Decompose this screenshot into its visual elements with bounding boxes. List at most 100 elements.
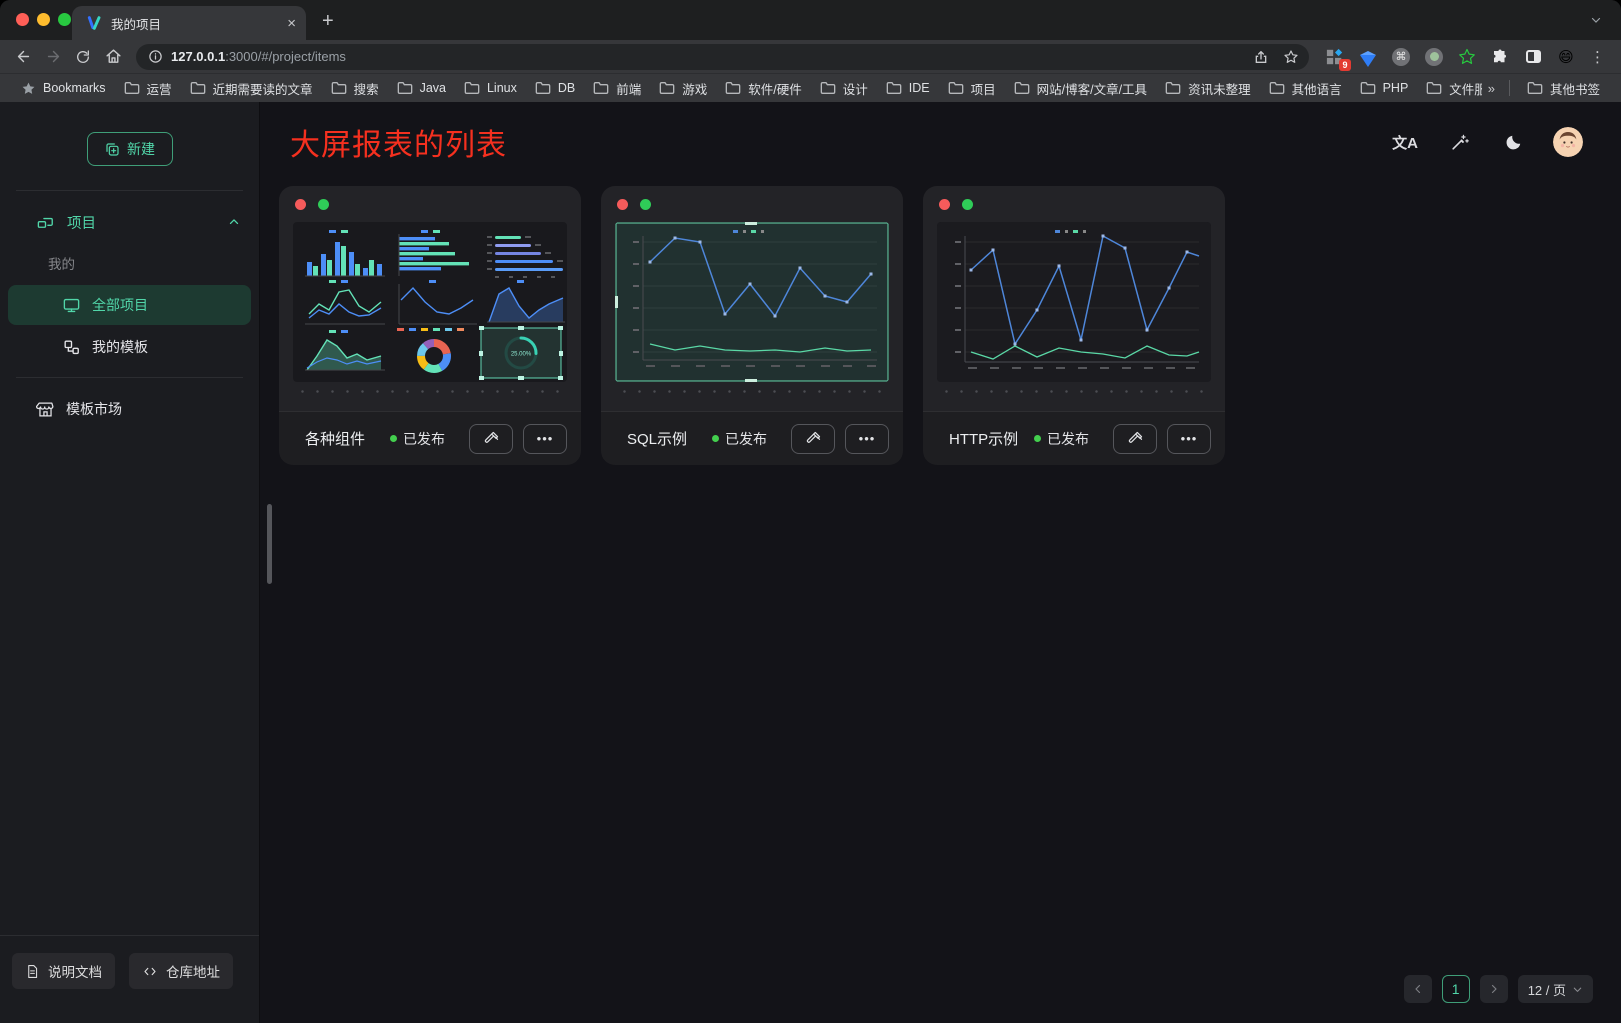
- browser-toolbar: 127.0.0.1:3000/#/project/items 9 ⌘: [0, 40, 1621, 73]
- more-actions-button[interactable]: •••: [1167, 424, 1211, 454]
- bookmark-folder[interactable]: IDE: [877, 78, 939, 98]
- new-project-button[interactable]: 新建: [87, 132, 173, 166]
- bookmark-folder[interactable]: 游戏: [650, 76, 716, 101]
- profile-avatar-extension[interactable]: 😄: [1556, 47, 1576, 67]
- prev-page-button[interactable]: [1404, 975, 1432, 1003]
- address-bar[interactable]: 127.0.0.1:3000/#/project/items: [136, 44, 1309, 70]
- share-icon[interactable]: [1253, 49, 1269, 65]
- new-tab-button[interactable]: +: [322, 10, 334, 33]
- side-panel-button[interactable]: [1523, 47, 1543, 67]
- sidebar-item-my-templates[interactable]: 我的模板: [8, 327, 251, 367]
- command-icon: ⌘: [1392, 48, 1410, 66]
- bookmark-folder[interactable]: 软件/硬件: [716, 76, 810, 101]
- edit-project-button[interactable]: [469, 424, 513, 454]
- bookmark-folder[interactable]: 设计: [811, 76, 877, 101]
- card-red-dot: [939, 199, 950, 210]
- sidebar-item-template-market[interactable]: 模板市场: [0, 388, 259, 430]
- gem-extension-icon[interactable]: [1358, 47, 1378, 67]
- code-icon: [142, 964, 158, 979]
- thumbnail-mixed-charts: 25.00%: [293, 222, 567, 382]
- puzzle-icon: [1491, 48, 1509, 66]
- back-button[interactable]: [10, 44, 36, 70]
- user-avatar[interactable]: [1553, 127, 1583, 157]
- language-toggle-button[interactable]: 文A: [1391, 128, 1419, 156]
- bookmark-folder[interactable]: 搜索: [322, 76, 388, 101]
- folder-icon: [593, 81, 609, 95]
- bookmark-folder[interactable]: Java: [388, 78, 455, 98]
- project-card[interactable]: 25.00% 各种组件 已发布 •••: [279, 186, 581, 465]
- project-name: HTTP示例: [949, 428, 1034, 449]
- publish-status: 已发布: [712, 429, 767, 449]
- bookmark-folder[interactable]: Linux: [455, 78, 526, 98]
- edit-project-button[interactable]: [791, 424, 835, 454]
- browser-tab[interactable]: 我的项目 ×: [72, 6, 306, 40]
- content-scrollbar[interactable]: [267, 504, 272, 584]
- command-extension-icon[interactable]: ⌘: [1391, 47, 1411, 67]
- forward-arrow-icon: [45, 48, 62, 65]
- edit-project-button[interactable]: [1113, 424, 1157, 454]
- star-extension-icon[interactable]: [1457, 47, 1477, 67]
- reload-button[interactable]: [70, 44, 96, 70]
- bookmarks-overflow-button[interactable]: »: [1482, 81, 1501, 96]
- more-actions-button[interactable]: •••: [845, 424, 889, 454]
- pagination: 1 12 / 页: [1404, 975, 1593, 1003]
- browser-window: 我的项目 × + 127.0.0.1:3000/#/project/items: [0, 0, 1621, 1023]
- url-text: 127.0.0.1:3000/#/project/items: [171, 49, 1245, 64]
- bookmark-folder[interactable]: 资讯未整理: [1156, 76, 1260, 101]
- current-page-button[interactable]: 1: [1442, 975, 1470, 1003]
- sidebar-group-projects[interactable]: 项目: [0, 201, 259, 243]
- chevron-down-icon: [1572, 984, 1583, 995]
- bookmark-folder[interactable]: 前端: [584, 76, 650, 101]
- bookmark-folder[interactable]: DB: [526, 78, 584, 98]
- page-size-select[interactable]: 12 / 页: [1518, 975, 1593, 1003]
- progress-value-label: 25.00%: [511, 352, 532, 358]
- card-dotted-divider: [617, 390, 887, 393]
- project-thumbnail: [615, 222, 889, 382]
- thumbnail-line-chart-selected: [615, 222, 889, 382]
- project-card[interactable]: SQL示例 已发布 •••: [601, 186, 903, 465]
- dark-mode-button[interactable]: [1499, 128, 1527, 156]
- forward-button[interactable]: [40, 44, 66, 70]
- bookmark-folder[interactable]: 运营: [115, 76, 181, 101]
- home-button[interactable]: [100, 44, 126, 70]
- tab-close-icon[interactable]: ×: [287, 16, 296, 31]
- translate-icon: 文A: [1392, 132, 1418, 153]
- close-window-button[interactable]: [16, 13, 29, 26]
- repo-button[interactable]: 仓库地址: [129, 953, 233, 989]
- ellipsis-icon: •••: [1181, 431, 1198, 446]
- bookmark-folder[interactable]: 文件服务器: [1417, 76, 1481, 101]
- more-actions-button[interactable]: •••: [523, 424, 567, 454]
- bookmark-folder[interactable]: 项目: [939, 76, 1005, 101]
- bookmark-star-icon[interactable]: [1283, 49, 1299, 65]
- other-bookmarks-folder[interactable]: 其他书签: [1518, 76, 1609, 101]
- document-icon: [25, 964, 40, 979]
- bookmarks-bar: Bookmarks 运营 近期需要读的文章 搜索: [0, 73, 1621, 102]
- browser-menu-button[interactable]: ⋮: [1584, 48, 1611, 66]
- hammer-icon: [1127, 430, 1144, 447]
- recorder-extension-icon[interactable]: [1424, 47, 1444, 67]
- status-dot: [1034, 435, 1041, 442]
- bookmark-folder[interactable]: 近期需要读的文章: [181, 76, 322, 101]
- project-card[interactable]: HTTP示例 已发布 •••: [923, 186, 1225, 465]
- next-page-button[interactable]: [1480, 975, 1508, 1003]
- bookmark-folder[interactable]: 其他语言: [1260, 76, 1351, 101]
- sidebar-item-all-projects[interactable]: 全部项目: [8, 285, 251, 325]
- theme-color-button[interactable]: [1445, 128, 1473, 156]
- docs-button[interactable]: 说明文档: [12, 953, 115, 989]
- folder-icon: [1014, 81, 1030, 95]
- bookmarks-root-folder[interactable]: Bookmarks: [12, 78, 115, 99]
- card-green-dot: [962, 199, 973, 210]
- bookmark-folder[interactable]: PHP: [1351, 78, 1418, 98]
- minimize-window-button[interactable]: [37, 13, 50, 26]
- tampermonkey-extension-icon[interactable]: 9: [1325, 47, 1345, 67]
- tab-search-button[interactable]: [1585, 9, 1607, 31]
- zoom-window-button[interactable]: [58, 13, 71, 26]
- folder-icon: [725, 81, 741, 95]
- chevron-right-icon: [1488, 983, 1500, 995]
- moon-icon: [1504, 133, 1523, 152]
- puzzle-extensions-menu[interactable]: [1490, 47, 1510, 67]
- folder-icon: [397, 81, 413, 95]
- info-icon: [148, 49, 163, 64]
- copy-plus-icon: [104, 141, 120, 157]
- bookmark-folder[interactable]: 网站/博客/文章/工具: [1005, 76, 1156, 101]
